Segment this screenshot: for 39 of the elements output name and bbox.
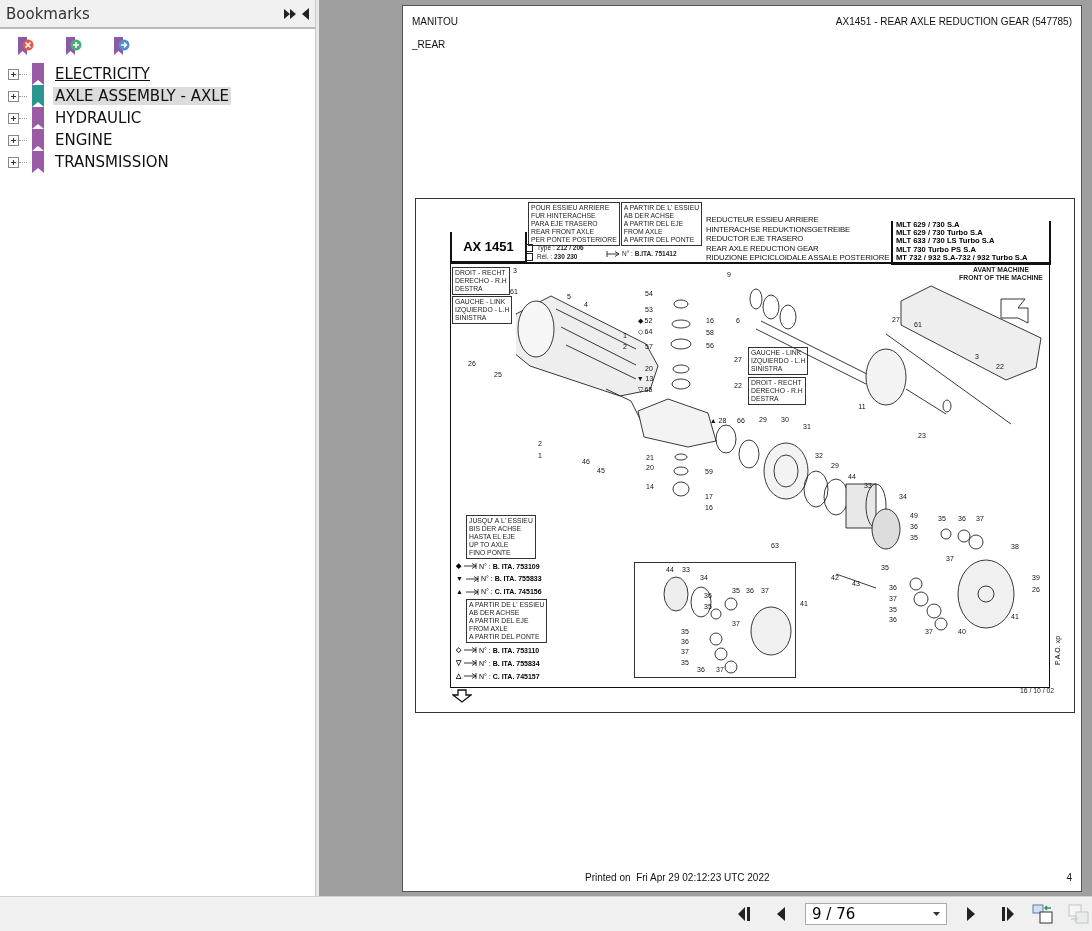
dropdown-caret-icon xyxy=(933,912,940,916)
expand-toggle[interactable] xyxy=(8,68,19,80)
triangle-left-icon xyxy=(776,906,786,922)
expand-toggle[interactable] xyxy=(8,156,19,168)
skip-back-icon xyxy=(737,906,753,922)
print-date: Printed on Fri Apr 29 02:12:23 UTC 2022 xyxy=(585,872,770,883)
bookmark-item[interactable]: ENGINE xyxy=(53,131,115,149)
bookmark-item[interactable]: ELECTRICITY xyxy=(53,65,153,83)
arrow-icon xyxy=(464,588,479,595)
bookmark-icon xyxy=(31,85,45,107)
arrow-icon xyxy=(606,250,620,257)
down-arrow-icon xyxy=(452,689,472,703)
section-label: _REAR xyxy=(412,39,447,50)
page-header: AX1451 - REAR AXLE REDUCTION GEAR (547785) xyxy=(835,16,1072,27)
bookmark-icon xyxy=(31,107,45,129)
arrow-icon xyxy=(463,563,477,569)
bookmark-item[interactable]: AXLE ASSEMBLY - AXLE xyxy=(53,87,231,105)
bookmark-item[interactable]: HYDRAULIC xyxy=(53,109,144,127)
page-number-field[interactable]: 9 / 76 xyxy=(805,903,947,925)
triangle-right-icon xyxy=(966,906,976,922)
arrow-icon xyxy=(463,647,477,653)
expand-toggle[interactable] xyxy=(8,90,19,102)
bookmark-icon xyxy=(31,151,45,173)
page-header: MANITOU xyxy=(412,16,458,27)
collapse-icon[interactable] xyxy=(302,7,309,20)
bookmark-icon xyxy=(31,129,45,151)
fast-forward-icon[interactable] xyxy=(284,8,296,19)
arrow-icon xyxy=(464,575,479,582)
skip-forward-icon xyxy=(999,906,1015,922)
panel-title: Bookmarks xyxy=(6,4,90,23)
drawing-code: AX 1451 xyxy=(450,232,527,263)
page-number: 4 xyxy=(1066,872,1072,883)
bookmark-icon xyxy=(31,63,45,85)
arrow-icon xyxy=(463,673,477,679)
previous-view-button[interactable] xyxy=(1031,902,1055,926)
expand-toggle[interactable] xyxy=(8,112,19,124)
bookmark-item[interactable]: TRANSMISSION xyxy=(53,153,171,171)
expand-toggle[interactable] xyxy=(8,134,19,146)
arrow-icon xyxy=(463,660,477,666)
